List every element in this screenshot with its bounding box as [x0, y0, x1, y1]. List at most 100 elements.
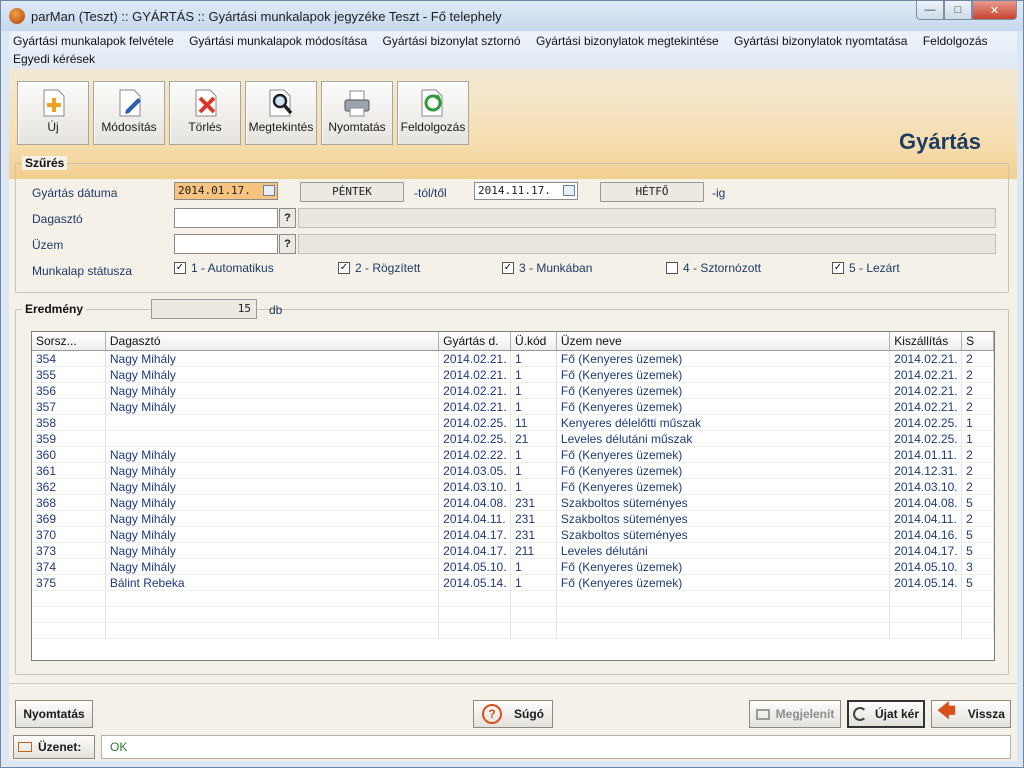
edit-button[interactable]: Módosítás [93, 81, 165, 145]
table-cell: 5 [962, 575, 994, 590]
table-cell: 231 [511, 511, 557, 526]
table-cell: Nagy Mihály [106, 479, 440, 494]
date-from-field[interactable]: 2014.01.17. [174, 182, 278, 200]
column-header-dough[interactable]: Dagasztó [106, 332, 440, 350]
status-checkbox-4[interactable]: 4 - Sztornózott [666, 261, 761, 275]
table-row[interactable]: 355 Nagy Mihály 2014.02.21. 1 Fő (Kenyeres ü… [32, 367, 994, 383]
printer-icon [342, 88, 372, 118]
status-checkbox-5[interactable]: ✓ 5 - Lezárt [832, 261, 900, 275]
table-cell: Szakboltos süteményes [557, 527, 891, 542]
table-cell: Fő (Kenyeres üzemek) [557, 575, 891, 590]
table-cell: 373 [32, 543, 106, 558]
table-row[interactable]: 362 Nagy Mihály 2014.03.10. 1 Fő (Kenyeres ü… [32, 479, 994, 495]
calendar-icon[interactable] [563, 185, 575, 196]
table-cell: Fő (Kenyeres üzemek) [557, 463, 891, 478]
table-row[interactable]: 374 Nagy Mihály 2014.05.10. 1 Fő (Kenyeres ü… [32, 559, 994, 575]
table-cell: 2014.05.14. [890, 575, 963, 590]
checkbox-icon[interactable]: ✓ [338, 262, 350, 274]
table-cell: 5 [962, 527, 994, 542]
table-cell [106, 431, 440, 446]
table-cell: 2014.02.22. [439, 447, 511, 462]
menu-item-modify[interactable]: Gyártási munkalapok módosítása [189, 34, 367, 48]
checkbox-icon[interactable]: ✓ [502, 262, 514, 274]
table-cell: 375 [32, 575, 106, 590]
column-header-delivery[interactable]: Kiszállítás [890, 332, 963, 350]
table-row[interactable]: 358 2014.02.25. 11 Kenyeres délelőtti műsza… [32, 415, 994, 431]
display-button[interactable]: Megjelenít [749, 700, 841, 728]
dough-lookup-button[interactable]: ? [279, 208, 296, 228]
table-row[interactable]: 359 2014.02.25. 21 Leveles délutáni műszak 2… [32, 431, 994, 447]
magnifier-icon [266, 88, 296, 118]
table-row[interactable]: 375 Bálint Rebeka 2014.05.14. 1 Fő (Kenyeres… [32, 575, 994, 591]
menu-item-custom[interactable]: Egyedi kérések [13, 52, 95, 66]
table-cell: 1 [511, 463, 557, 478]
table-row[interactable]: 360 Nagy Mihály 2014.02.22. 1 Fő (Kenyeres ü… [32, 447, 994, 463]
status-checkbox-1[interactable]: ✓ 1 - Automatikus [174, 261, 274, 275]
title-bar: parMan (Teszt) :: GYÁRTÁS :: Gyártási mu… [1, 1, 1023, 31]
calendar-icon[interactable] [263, 185, 275, 196]
maximize-button[interactable]: □ [944, 1, 972, 20]
print-toolbar-button[interactable]: Nyomtatás [321, 81, 393, 145]
table-row[interactable]: 354 Nagy Mihály 2014.02.21. 1 Fő (Kenyeres ü… [32, 351, 994, 367]
table-row[interactable]: 373 Nagy Mihály 2014.04.17. 211 Leveles délu… [32, 543, 994, 559]
table-row[interactable]: 370 Nagy Mihály 2014.04.17. 231 Szakboltos s… [32, 527, 994, 543]
back-button[interactable]: 🡄 Vissza [931, 700, 1011, 728]
table-row[interactable]: 369 Nagy Mihály 2014.04.11. 231 Szakboltos s… [32, 511, 994, 527]
table-row[interactable]: 357 Nagy Mihály 2014.02.21. 1 Fő (Kenyeres ü… [32, 399, 994, 415]
table-cell: 2014.02.21. [890, 383, 963, 398]
app-window: parMan (Teszt) :: GYÁRTÁS :: Gyártási mu… [0, 0, 1024, 768]
new-button[interactable]: Új [17, 81, 89, 145]
new-document-icon [38, 88, 68, 118]
column-header-plant-name[interactable]: Üzem neve [557, 332, 891, 350]
dough-input[interactable] [174, 208, 278, 228]
table-cell: 2014.05.10. [890, 559, 963, 574]
column-header-prod-date[interactable]: Gyártás d. [439, 332, 511, 350]
print-button[interactable]: Nyomtatás [15, 700, 93, 728]
table-cell: 21 [511, 431, 557, 446]
table-cell: 1 [962, 431, 994, 446]
column-header-status[interactable]: S [962, 332, 994, 350]
delete-icon [190, 88, 220, 118]
checkbox-icon[interactable]: ✓ [174, 262, 186, 274]
table-cell: Nagy Mihály [106, 527, 440, 542]
close-button[interactable]: ✕ [972, 1, 1017, 20]
plant-input[interactable] [174, 234, 278, 254]
table-cell: 362 [32, 479, 106, 494]
column-header-serial[interactable]: Sorsz... [32, 332, 106, 350]
table-cell: 2014.04.17. [439, 543, 511, 558]
menu-item-create[interactable]: Gyártási munkalapok felvétele [13, 34, 174, 48]
result-legend: Eredmény [22, 302, 87, 316]
delete-button[interactable]: Törlés [169, 81, 241, 145]
filter-panel: Szűrés Gyártás dátuma 2014.01.17. PÉNTEK… [15, 156, 1009, 293]
status-checkbox-3[interactable]: ✓ 3 - Munkában [502, 261, 592, 275]
table-cell: 2014.02.21. [890, 367, 963, 382]
new-request-button[interactable]: Újat kér [847, 700, 925, 728]
table-cell: 231 [511, 527, 557, 542]
menu-item-storno[interactable]: Gyártási bizonylat sztornó [383, 34, 521, 48]
column-header-plant-code[interactable]: Ü.kód [511, 332, 557, 350]
minimize-button[interactable]: — [916, 1, 944, 20]
menu-item-print[interactable]: Gyártási bizonylatok nyomtatása [734, 34, 907, 48]
plant-lookup-button[interactable]: ? [279, 234, 296, 254]
table-row[interactable]: 368 Nagy Mihály 2014.04.08. 231 Szakboltos s… [32, 495, 994, 511]
date-to-field[interactable]: 2014.11.17. [474, 182, 578, 200]
table-cell: 1 [511, 399, 557, 414]
table-row[interactable]: 356 Nagy Mihály 2014.02.21. 1 Fő (Kenyeres ü… [32, 383, 994, 399]
help-button[interactable]: ? Súgó [473, 700, 553, 728]
table-cell: Nagy Mihály [106, 447, 440, 462]
menu-item-view[interactable]: Gyártási bizonylatok megtekintése [536, 34, 719, 48]
view-button[interactable]: Megtekintés [245, 81, 317, 145]
status-checkbox-2[interactable]: ✓ 2 - Rögzített [338, 261, 420, 275]
table-cell [106, 415, 440, 430]
table-cell: 2014.04.17. [439, 527, 511, 542]
process-button[interactable]: Feldolgozás [397, 81, 469, 145]
table-cell: 354 [32, 351, 106, 366]
result-table: Sorsz... Dagasztó Gyártás d. Ü.kód Üzem … [31, 331, 995, 661]
plant-label: Üzem [32, 238, 64, 252]
checkbox-icon[interactable] [666, 262, 678, 274]
checkbox-icon[interactable]: ✓ [832, 262, 844, 274]
table-row[interactable]: 361 Nagy Mihály 2014.03.05. 1 Fő (Kenyeres ü… [32, 463, 994, 479]
table-cell: 1 [511, 351, 557, 366]
table-cell: Leveles délutáni [557, 543, 891, 558]
menu-item-process[interactable]: Feldolgozás [923, 34, 988, 48]
